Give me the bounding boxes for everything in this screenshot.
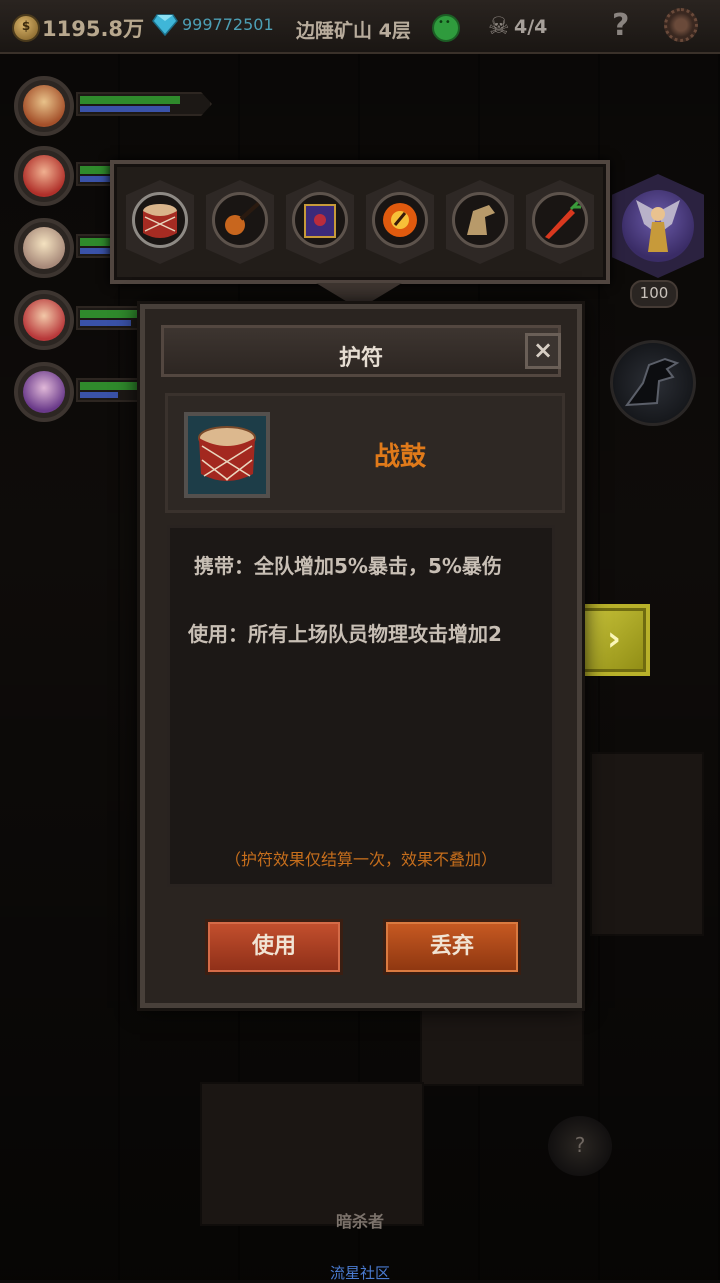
hero-mp-bar xyxy=(80,320,131,326)
hero-slot-1[interactable] xyxy=(14,76,224,138)
amulet-slot-3[interactable] xyxy=(286,180,354,264)
hero-hp-bar xyxy=(80,382,138,390)
carrot-spear-icon xyxy=(532,192,588,248)
griffin-head-icon xyxy=(452,192,508,248)
amulet-slot-5[interactable] xyxy=(446,180,514,264)
amulet-slot-2[interactable] xyxy=(206,180,274,264)
spell-book-icon xyxy=(292,192,348,248)
angel-ally-icon xyxy=(622,190,694,262)
item-name: 战鼓 xyxy=(374,442,427,472)
top-status-bar: 1195.8万 999772501 边陲矿山 4层 ☠ 4/4 ? xyxy=(0,0,720,54)
amulet-dialog: 护符 × 战鼓 携带：全队增加5%暴击，5%暴伤 使用：所有上场队员物理攻击增加… xyxy=(140,304,582,1008)
gold-coin-icon xyxy=(12,14,40,42)
war-drum-icon xyxy=(184,412,270,498)
amulet-slot-panel xyxy=(110,160,610,284)
use-effect-text: 使用：所有上场队员物理攻击增加2 xyxy=(188,622,502,646)
raven-icon xyxy=(624,357,680,407)
close-button[interactable]: × xyxy=(525,333,561,369)
floor-tile xyxy=(590,752,704,936)
kill-counter: 4/4 xyxy=(514,16,548,38)
amulet-slot-4[interactable] xyxy=(366,180,434,264)
settings-gear-icon[interactable] xyxy=(664,8,698,42)
hero-mp-bar xyxy=(80,392,118,398)
war-drum-icon xyxy=(132,192,188,248)
hero-portrait xyxy=(23,155,65,197)
dialog-title-bar: 护符 xyxy=(161,325,561,377)
gold-amount: 1195.8万 xyxy=(42,17,145,41)
hero-hp-bar xyxy=(80,96,180,104)
diamond-icon xyxy=(152,14,178,36)
raven-skill-icon[interactable] xyxy=(610,340,696,426)
hero-portrait xyxy=(23,85,65,127)
winged-figure-icon xyxy=(636,200,680,252)
carry-effect-text: 携带：全队增加5%暴击，5%暴伤 xyxy=(194,554,502,578)
diamond-amount: 999772501 xyxy=(182,15,274,34)
dungeon-location: 边陲矿山 4层 xyxy=(296,20,411,42)
hero-portrait xyxy=(23,371,65,413)
amulet-slot-6[interactable] xyxy=(526,180,594,264)
hero-mp-bar xyxy=(80,106,170,112)
fire-orb-icon xyxy=(372,192,428,248)
hero-portrait xyxy=(23,299,65,341)
smoking-pipe-icon xyxy=(212,192,268,248)
hero-status-bars xyxy=(76,92,212,116)
use-button[interactable]: 使用 xyxy=(205,919,343,975)
discard-button[interactable]: 丢弃 xyxy=(383,919,521,975)
item-info-box: 战鼓 xyxy=(165,393,565,513)
skull-icon: ☠ xyxy=(488,12,510,40)
enemy-name: 暗杀者 xyxy=(335,1212,384,1231)
angel-score: 100 xyxy=(630,280,678,308)
amulet-note: （护符效果仅结算一次，效果不叠加） xyxy=(224,850,497,869)
hero-portrait xyxy=(23,227,65,269)
amulet-slot-1[interactable] xyxy=(126,180,194,264)
item-description-box: 携带：全队增加5%暴击，5%暴伤 使用：所有上场队员物理攻击增加2 （护符效果仅… xyxy=(167,525,555,887)
status-face-icon[interactable] xyxy=(432,14,460,42)
next-arrow-button[interactable]: › xyxy=(578,604,650,676)
floor-tile xyxy=(200,1082,424,1226)
help-button[interactable]: ? xyxy=(612,8,629,43)
dialog-title: 护符 xyxy=(338,346,383,371)
unknown-room-icon[interactable]: ? xyxy=(548,1116,612,1176)
